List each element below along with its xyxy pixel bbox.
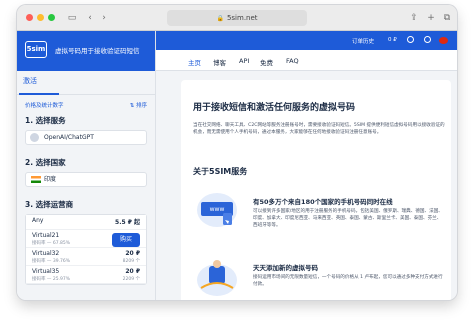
order-history-link[interactable]: 订单历史 (352, 37, 374, 45)
settings-icon[interactable] (407, 36, 414, 43)
operator-virtual21[interactable]: Virtual21 接码率 — 67.85% 购买 (26, 230, 146, 248)
content-card: 用于接收短信和激活任何服务的虚拟号码 当在社交网络、聊天工具、C2C网站等服务注… (181, 80, 451, 300)
service-value: OpenAI/ChatGPT (44, 134, 94, 141)
sort-row: 价格及统计数字 ⇅ 排序 (17, 95, 155, 115)
operator-price: 5.5 ₽ 起 (115, 219, 140, 226)
nav-home[interactable]: 主页 (188, 57, 201, 67)
step-select-service: 1. 选择服务 (25, 116, 66, 125)
service-select[interactable]: OpenAI/ChatGPT (25, 130, 147, 145)
forward-icon[interactable]: › (97, 11, 111, 25)
operator-name: Any (32, 217, 44, 224)
website-illustration: www (197, 193, 237, 227)
operator-virtual35[interactable]: Virtual35 接码率 — 25.97% 20 ₽ 2209 个 (26, 266, 146, 284)
price-stats-link[interactable]: 价格及统计数字 (25, 101, 64, 109)
svg-text:www: www (210, 206, 225, 213)
sidebar-toggle-icon[interactable]: ▭ (65, 11, 79, 25)
lock-icon: 🔒 (216, 15, 224, 22)
sidebar-tabs: 激活 (17, 71, 155, 95)
intro-paragraph: 当在社交网络、聊天工具、C2C网站等服务注册账号时，需要接收验证码短信。5SIM… (193, 123, 445, 135)
minimize-window-button[interactable] (37, 14, 44, 21)
account-icon[interactable] (424, 36, 431, 43)
step-select-country: 2. 选择国家 (25, 158, 66, 167)
operator-name: Virtual35 (32, 268, 60, 275)
operator-name: Virtual32 (32, 250, 60, 257)
delivery-illustration (197, 260, 237, 296)
operator-count: 8209 个 (122, 259, 140, 264)
buy-button[interactable]: 购买 (112, 233, 140, 247)
feature-title: 天天添加新的虚拟号码 (253, 264, 318, 272)
china-flag-icon[interactable] (439, 37, 448, 44)
nav-blog[interactable]: 博客 (213, 57, 226, 67)
back-icon[interactable]: ‹ (83, 11, 97, 25)
feature-text: 可以接到许多国家/地区的用于注册服务的手机号码，包括美国、俄罗斯、瑞典、德国、法… (253, 209, 443, 228)
nav-faq[interactable]: FAQ (286, 57, 299, 65)
country-value: 印度 (44, 176, 57, 183)
new-tab-icon[interactable]: + (424, 11, 438, 25)
operator-rate: 接码率 — 67.85% (32, 241, 71, 246)
operator-any[interactable]: Any 5.5 ₽ 起 (26, 215, 146, 230)
operator-rate: 接码率 — 39.76% (32, 259, 71, 264)
main-content: 用于接收短信和激活任何服务的虚拟号码 当在社交网络、聊天工具、C2C网站等服务注… (156, 71, 457, 300)
operator-count: 2209 个 (122, 277, 140, 282)
top-nav: 订单历史 0 ₽ (156, 31, 457, 50)
operator-name: Virtual21 (32, 232, 60, 239)
close-window-button[interactable] (26, 14, 33, 21)
about-heading: 关于5SIM服务 (193, 167, 248, 176)
operator-rate: 接码率 — 25.97% (32, 277, 71, 282)
step-select-operator: 3. 选择运营商 (25, 200, 74, 209)
operator-price: 20 ₽ (125, 268, 140, 275)
share-icon[interactable]: ⇪ (407, 11, 421, 25)
operator-virtual32[interactable]: Virtual32 接码率 — 39.76% 20 ₽ 8209 个 (26, 248, 146, 266)
nav-api[interactable]: API (239, 57, 249, 65)
logo[interactable]: 5sim (25, 41, 47, 58)
browser-window: ▭ ‹ › 🔒 5sim.net ⇪ + ⧉ 5sim 虚拟号码用于接收验证码短信… (17, 5, 457, 300)
sub-nav: 主页 博客 API 免费 FAQ (156, 50, 457, 71)
address-bar[interactable]: 🔒 5sim.net (167, 10, 307, 26)
tab-overview-icon[interactable]: ⧉ (440, 11, 454, 25)
zoom-window-button[interactable] (48, 14, 55, 21)
nav-free[interactable]: 免费 (260, 57, 273, 67)
sidebar: 5sim 虚拟号码用于接收验证码短信 激活 价格及统计数字 ⇅ 排序 1. 选择… (17, 31, 156, 300)
balance[interactable]: 0 ₽ (388, 37, 397, 43)
tab-activation[interactable]: 激活 (23, 76, 37, 86)
india-flag-icon (31, 176, 41, 183)
sort-button[interactable]: ⇅ 排序 (130, 101, 147, 109)
sidebar-header: 5sim 虚拟号码用于接收验证码短信 (17, 31, 155, 71)
country-select[interactable]: 印度 (25, 172, 147, 187)
sort-label: 排序 (135, 103, 147, 109)
feature-text: 接码运用市场间的无限数量短信，一个号码的价格从 1 卢布起，您可以通过多种支付方… (253, 275, 443, 287)
operator-list: Any 5.5 ₽ 起 Virtual21 接码率 — 67.85% 购买 Vi… (25, 214, 147, 285)
browser-toolbar: ▭ ‹ › 🔒 5sim.net ⇪ + ⧉ (17, 5, 457, 31)
sidebar-title: 虚拟号码用于接收验证码短信 (55, 47, 140, 55)
operator-price: 20 ₽ (125, 250, 140, 257)
url-text: 5sim.net (226, 14, 258, 22)
openai-icon (30, 133, 39, 142)
page-title: 用于接收短信和激活任何服务的虚拟号码 (193, 103, 356, 113)
feature-title: 有50多万个来自180个国家的手机号码同时在线 (253, 198, 393, 206)
